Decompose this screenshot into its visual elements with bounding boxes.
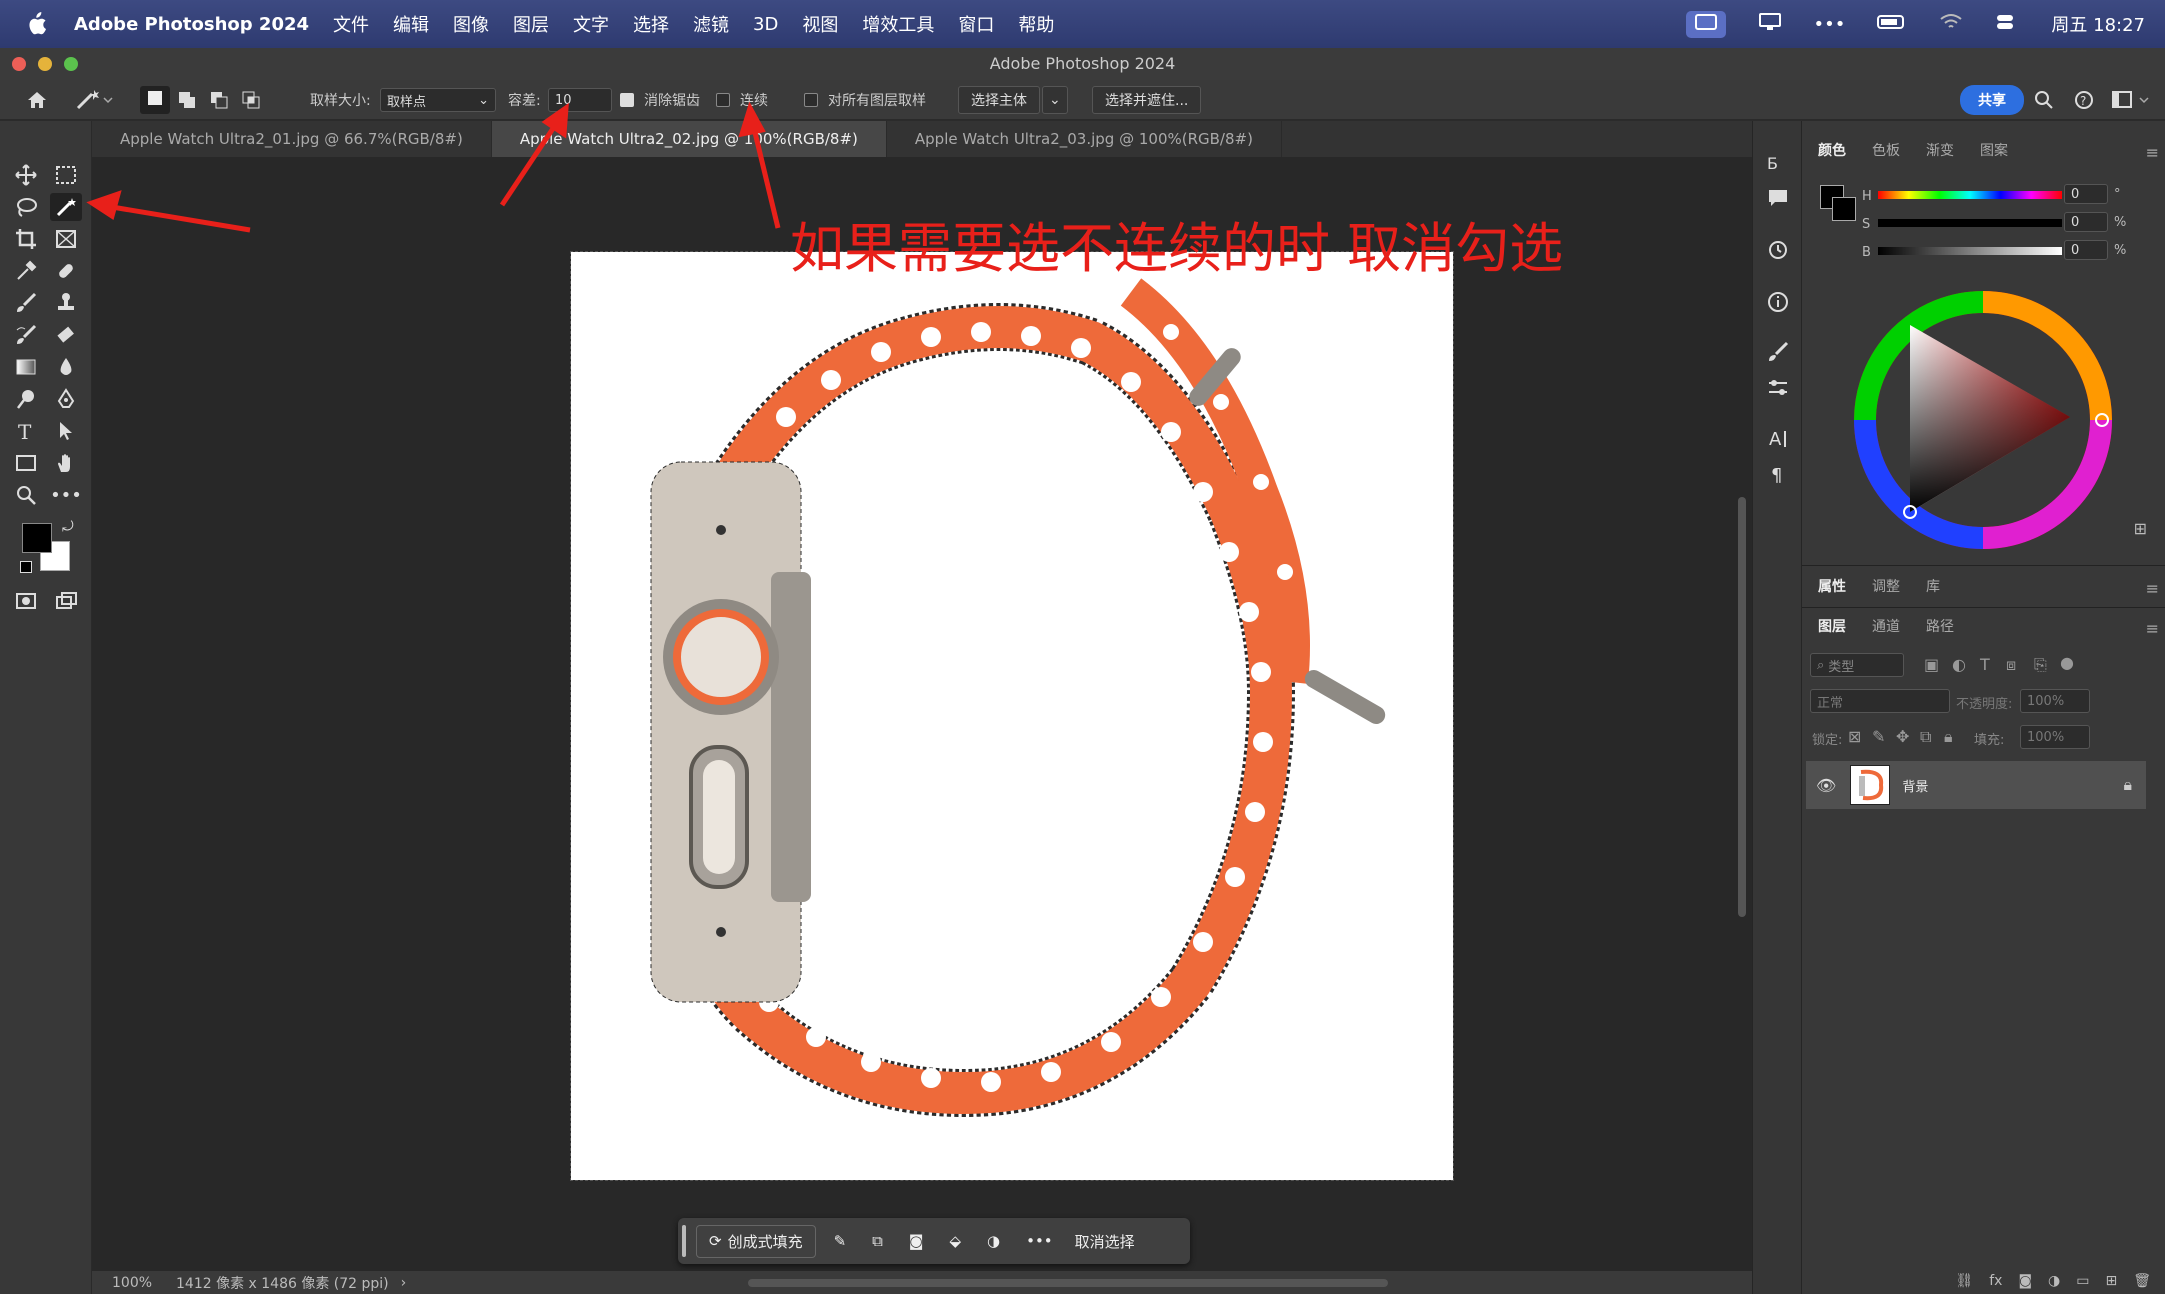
s-label: S: [1862, 217, 1871, 232]
fill-input[interactable]: 100%: [2020, 725, 2090, 749]
generative-fill-label: 创成式填充: [727, 1232, 803, 1251]
right-panels: 颜色 色板 渐变 图案 ≡ H 0 ° S 0 % B 0 % ⊞ 属性 调整 …: [1802, 121, 2165, 1294]
b-unit: %: [2114, 243, 2127, 258]
new-layer-icon[interactable]: ⊞: [2105, 1273, 2117, 1289]
tab-properties[interactable]: 属性: [1818, 576, 1846, 596]
layer-style-icon[interactable]: fx: [1989, 1273, 2002, 1289]
tab-libraries[interactable]: 库: [1926, 576, 1940, 596]
s-slider[interactable]: [1878, 219, 2062, 227]
tab-adjustments[interactable]: 调整: [1872, 576, 1900, 596]
opacity-label: 不透明度:: [1956, 697, 2013, 712]
fill-icon[interactable]: ⬙: [949, 1232, 961, 1250]
filter-toggle-icon[interactable]: ●: [2060, 653, 2074, 672]
tab-layers[interactable]: 图层: [1818, 616, 1846, 636]
new-group-icon[interactable]: ▭: [2076, 1273, 2089, 1289]
svg-text:Б: Б: [1767, 154, 1778, 173]
panel-menu-icon[interactable]: ≡: [2146, 619, 2159, 638]
layer-kind-placeholder: 类型: [1828, 659, 1855, 675]
lock-position-icon[interactable]: ✥: [1896, 727, 1909, 746]
document-info[interactable]: 1412 像素 x 1486 像素 (72 ppi): [176, 1273, 389, 1293]
filter-smart-object-icon[interactable]: ⎘: [2034, 655, 2047, 675]
panel-icon-strip: Б A ¶: [1752, 121, 1802, 1294]
tab-paths[interactable]: 路径: [1926, 616, 1954, 636]
brushes-icon[interactable]: [1767, 341, 1789, 367]
eye-icon[interactable]: 👁︎: [1816, 776, 1836, 795]
layers-panel-tabs: 图层 通道 路径: [1802, 609, 1964, 643]
s-input[interactable]: 0: [2064, 212, 2108, 232]
drag-handle[interactable]: [682, 1225, 686, 1257]
tab-swatches[interactable]: 色板: [1872, 140, 1900, 160]
status-bar: 100% 1412 像素 x 1486 像素 (72 ppi) ›: [92, 1271, 1752, 1294]
s-unit: %: [2114, 215, 2127, 230]
h-unit: °: [2114, 187, 2121, 202]
new-adjustment-icon[interactable]: ◑: [2048, 1273, 2060, 1289]
h-slider[interactable]: [1878, 191, 2062, 199]
panel-menu-icon[interactable]: ≡: [2146, 143, 2159, 162]
tab-channels[interactable]: 通道: [1872, 616, 1900, 636]
h-label: H: [1862, 189, 1872, 204]
generative-fill-button[interactable]: ⟳ 创成式填充: [696, 1224, 816, 1258]
more-options-icon[interactable]: •••: [1026, 1232, 1053, 1250]
color-panel-tabs: 颜色 色板 渐变 图案: [1802, 133, 2018, 167]
tab-color[interactable]: 颜色: [1818, 140, 1846, 160]
contextual-task-bar: ⟳ 创成式填充 ✎ ⧉ ◙ ⬙ ◑ ••• 取消选择: [678, 1218, 1190, 1264]
search-icon: ⌕: [1817, 657, 1825, 673]
blend-mode-select[interactable]: 正常: [1810, 689, 1950, 713]
panel-menu-icon[interactable]: ≡: [2146, 579, 2159, 598]
lock-image-icon[interactable]: ✎: [1872, 727, 1885, 746]
generative-fill-icon: ⟳: [709, 1232, 722, 1250]
filter-shape-icon[interactable]: ⧈: [2006, 655, 2016, 675]
layer-row-background[interactable]: 👁︎ 背景 🔒︎: [1806, 761, 2146, 809]
b-label: B: [1862, 245, 1871, 260]
opacity-input[interactable]: 100%: [2020, 689, 2090, 713]
layer-name[interactable]: 背景: [1902, 776, 1928, 795]
lock-artboard-icon[interactable]: ⧉: [1920, 727, 1931, 747]
modify-selection-icon[interactable]: ✎: [834, 1232, 847, 1250]
svg-text:¶: ¶: [1771, 465, 1782, 485]
comments-icon[interactable]: [1767, 187, 1789, 213]
add-to-swatches-icon[interactable]: ⊞: [2134, 519, 2147, 538]
filter-adjustment-icon[interactable]: ◐: [1952, 655, 1966, 674]
fill-label: 填充:: [1974, 733, 2005, 748]
delete-layer-icon[interactable]: 🗑︎: [2133, 1273, 2151, 1289]
h-input[interactable]: 0: [2064, 184, 2108, 204]
svg-text:A: A: [1769, 429, 1782, 449]
properties-panel-tabs: 属性 调整 库: [1802, 569, 1950, 603]
lock-all-icon[interactable]: 🔒︎: [1944, 727, 1953, 747]
arrow-to-tolerance: [499, 116, 563, 207]
info-icon[interactable]: [1767, 291, 1789, 317]
layer-thumbnail: [1850, 765, 1891, 805]
mask-icon[interactable]: ◙: [909, 1232, 924, 1250]
lock-transparency-icon[interactable]: ⊠: [1848, 727, 1861, 746]
paragraph-icon[interactable]: ¶: [1767, 463, 1789, 489]
color-panel-swatch-bg[interactable]: [1832, 197, 1856, 221]
adjustment-icon[interactable]: ◑: [987, 1232, 1000, 1250]
layer-lock-icon: 🔒︎: [2123, 775, 2132, 794]
lock-label: 锁定:: [1812, 733, 1843, 748]
horizontal-scrollbar[interactable]: [748, 1279, 1388, 1287]
transform-selection-icon[interactable]: ⧉: [872, 1232, 883, 1250]
b-input[interactable]: 0: [2064, 240, 2108, 260]
history-icon[interactable]: [1767, 239, 1789, 265]
character-icon[interactable]: A: [1767, 427, 1789, 453]
learn-icon[interactable]: Б: [1767, 151, 1789, 177]
tab-patterns[interactable]: 图案: [1980, 140, 2008, 160]
add-mask-icon[interactable]: ◙: [2018, 1273, 2032, 1289]
filter-type-icon[interactable]: T: [1980, 655, 1990, 674]
link-layers-icon[interactable]: ⛓︎: [1955, 1273, 1973, 1289]
deselect-button[interactable]: 取消选择: [1075, 1231, 1135, 1252]
chevron-right-icon[interactable]: ›: [401, 1275, 407, 1291]
arrow-to-contiguous: [749, 119, 781, 229]
zoom-level[interactable]: 100%: [112, 1275, 172, 1291]
arrow-to-tool: [99, 202, 251, 233]
filter-pixel-icon[interactable]: ▣: [1924, 655, 1939, 674]
layers-bottom-toolbar: ⛓︎ fx ◙ ◑ ▭ ⊞ 🗑︎: [1802, 1268, 2165, 1294]
b-slider[interactable]: [1878, 247, 2062, 255]
tab-gradients[interactable]: 渐变: [1926, 140, 1954, 160]
color-wheel[interactable]: [1850, 287, 2116, 553]
adjustments-presets-icon[interactable]: [1767, 377, 1789, 403]
layer-kind-filter[interactable]: ⌕ 类型: [1810, 653, 1904, 677]
